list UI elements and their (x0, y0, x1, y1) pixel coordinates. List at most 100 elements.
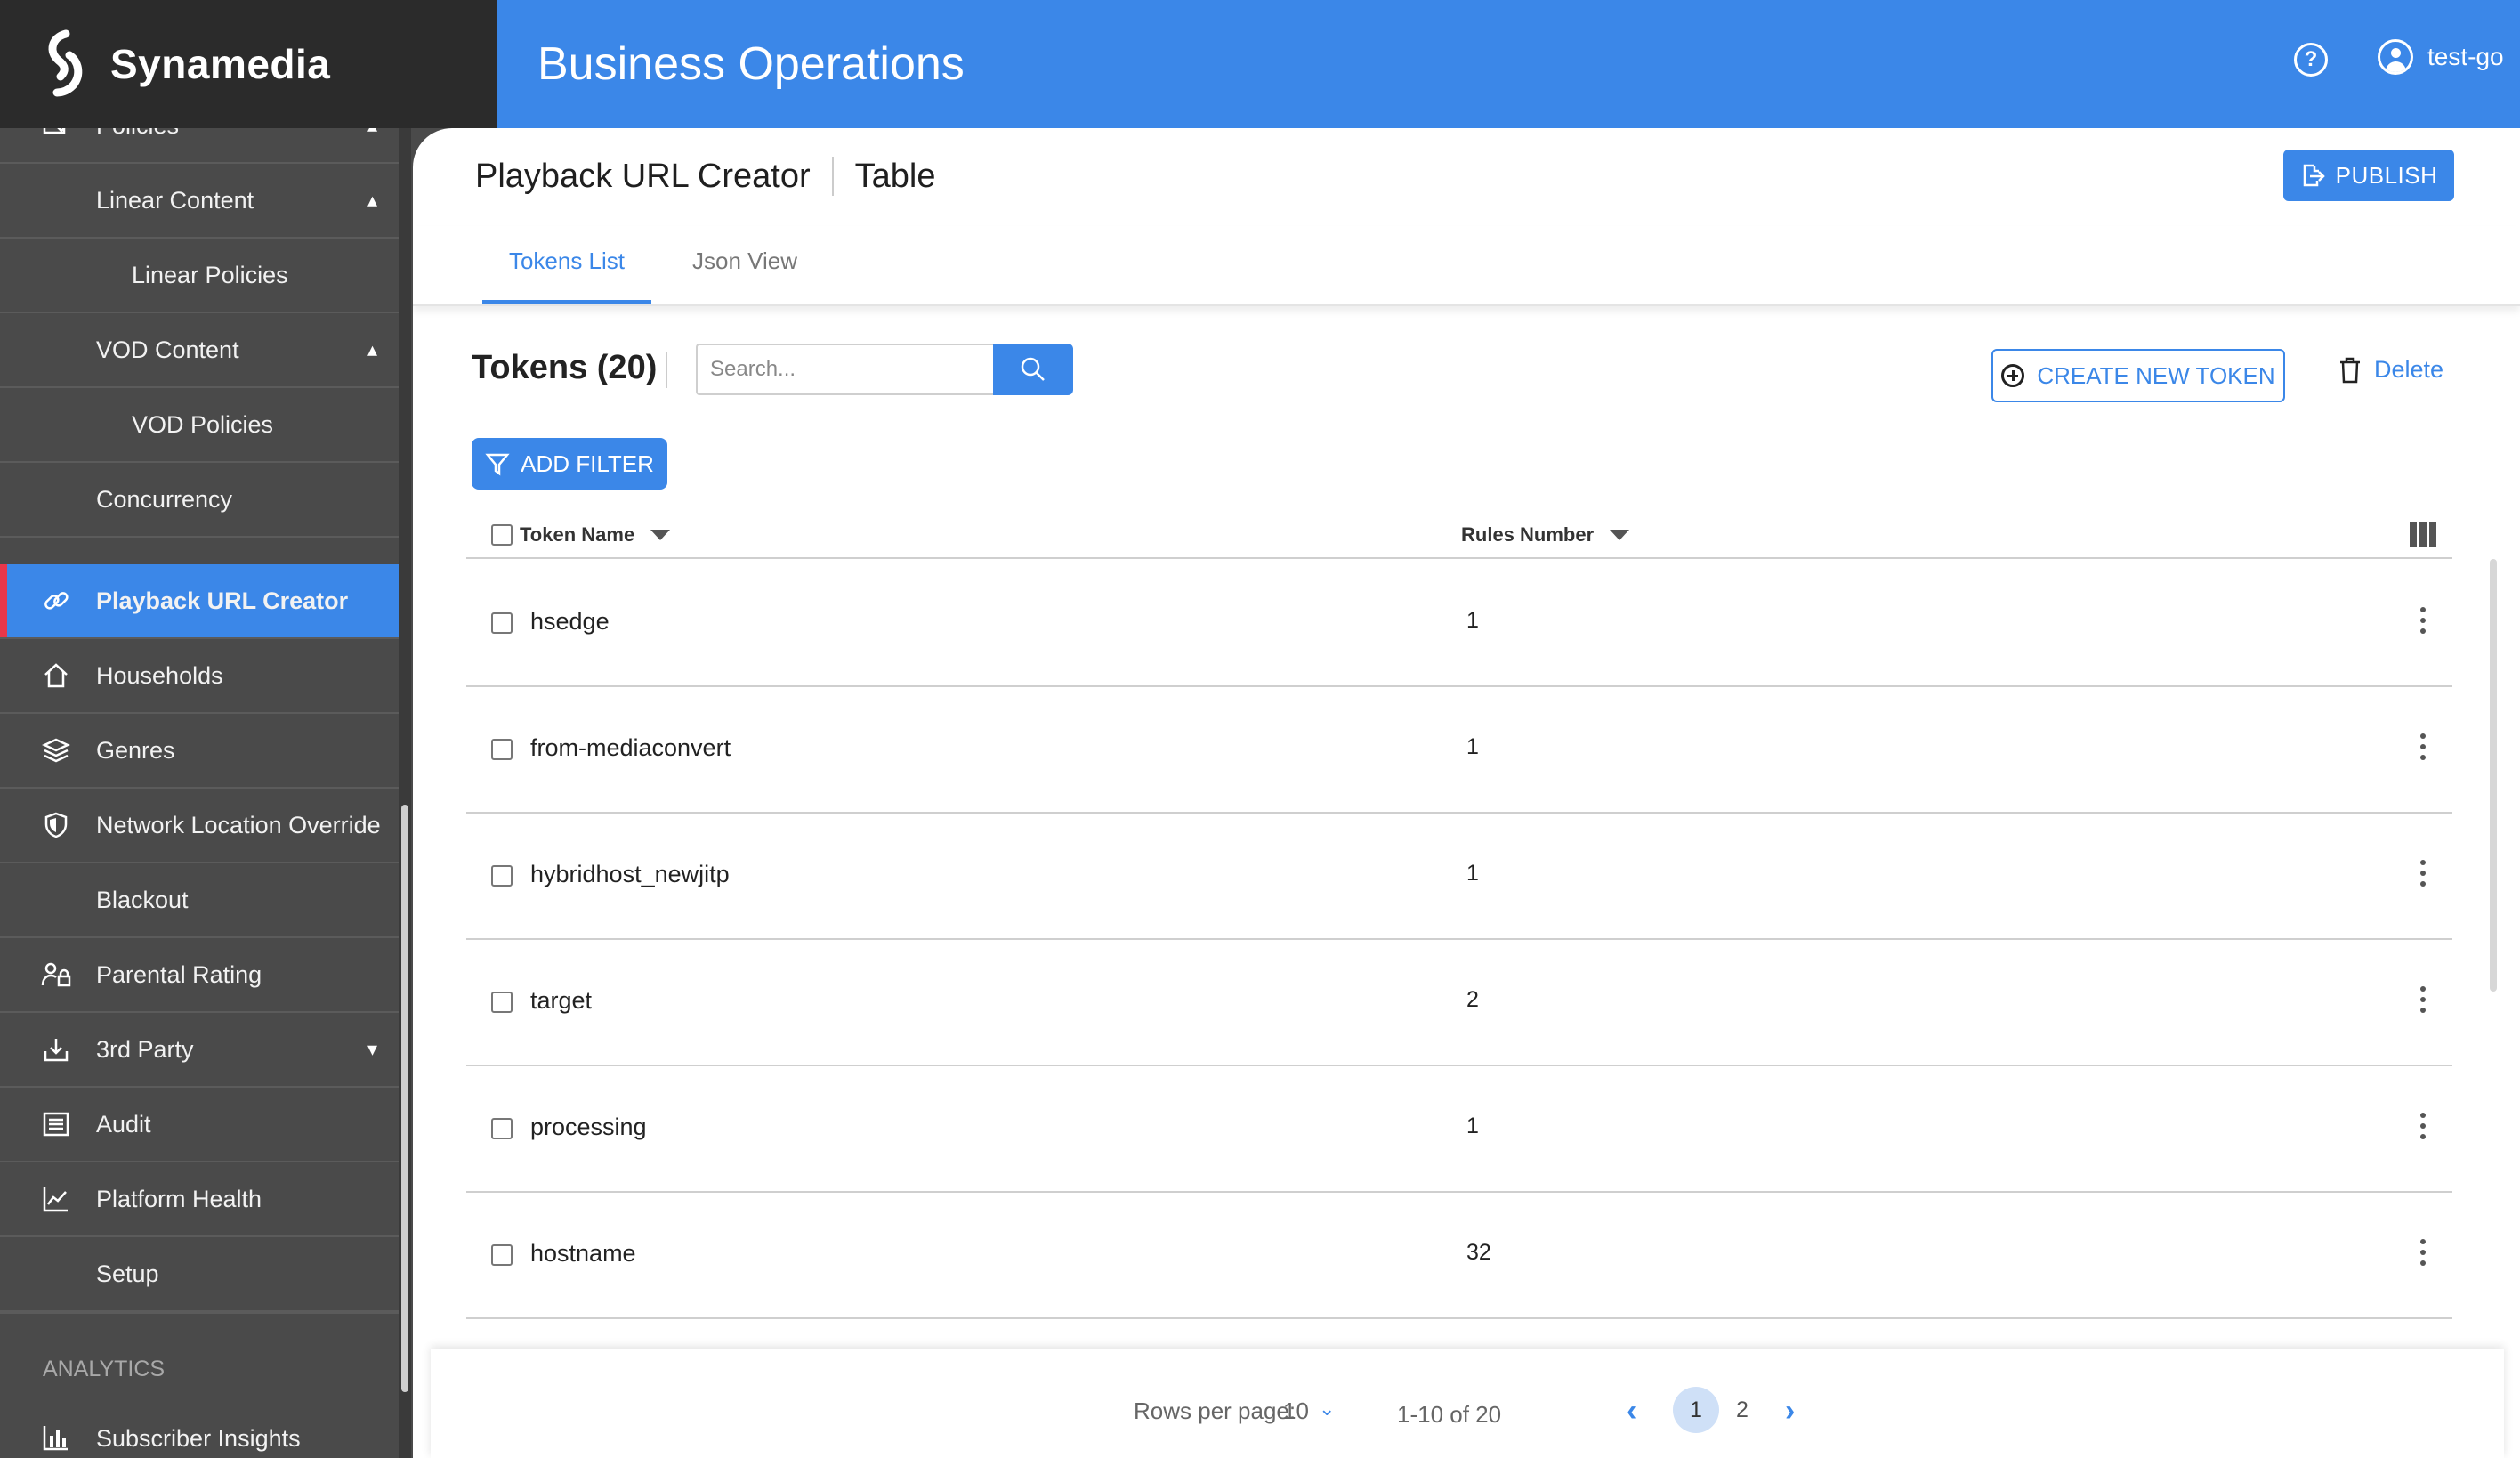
chevron-up-icon[interactable]: ▴ (368, 128, 377, 137)
row-checkbox[interactable] (491, 739, 513, 760)
page-header: Playback URL Creator Table (475, 157, 935, 196)
sidebar-scroll-thumb[interactable] (401, 805, 408, 1392)
page-range: 1-10 of 20 (1397, 1401, 1502, 1428)
sidebar-item-label: Genres (96, 736, 175, 764)
sidebar-item-parental-rating[interactable]: Parental Rating (0, 938, 399, 1013)
view-tabs: Tokens List Json View (413, 226, 2520, 306)
sidebar-item-label: Subscriber Insights (96, 1424, 301, 1452)
sidebar-item-label: Setup (96, 1260, 159, 1287)
sidebar-item-label: Parental Rating (96, 960, 262, 988)
user-name: test-go (2427, 43, 2504, 70)
chevron-up-icon[interactable]: ▴ (368, 189, 377, 212)
sidebar-item-households[interactable]: Households (0, 639, 399, 714)
sidebar-item-genres[interactable]: Genres (0, 714, 399, 789)
sidebar-item-label: Policies (96, 128, 179, 140)
create-new-token-button[interactable]: CREATE NEW TOKEN (1991, 349, 2285, 402)
sidebar-item-label: Network Location Override (96, 811, 381, 838)
sort-caret-icon[interactable] (1610, 530, 1630, 540)
sidebar-item-network-location-override[interactable]: Network Location Override (0, 789, 399, 863)
search-button[interactable] (993, 344, 1073, 395)
token-name: hsedge (530, 608, 610, 635)
sidebar-item-label: Linear Policies (132, 261, 288, 288)
delete-button[interactable]: Delete (2338, 356, 2443, 384)
sidebar-item-label: 3rd Party (96, 1035, 194, 1063)
layers-icon (41, 735, 71, 765)
create-label: CREATE NEW TOKEN (2037, 361, 2275, 389)
more-vert-icon[interactable] (2420, 1239, 2426, 1266)
row-checkbox[interactable] (491, 612, 513, 634)
sidebar-item-3rd-party[interactable]: 3rd Party ▾ (0, 1013, 399, 1088)
rows-per-page-select[interactable]: 10 (1283, 1397, 1309, 1425)
sort-caret-icon[interactable] (650, 530, 671, 540)
sidebar-item-label: VOD Policies (132, 410, 274, 438)
sidebar-item-vod-content[interactable]: VOD Content ▴ (0, 313, 399, 388)
sidebar-item-label: Audit (96, 1110, 151, 1138)
sidebar-scrollbar[interactable] (399, 128, 411, 1458)
tab-json-view[interactable]: Json View (669, 247, 820, 304)
row-checkbox[interactable] (491, 992, 513, 1013)
sidebar-item-platform-health[interactable]: Platform Health (0, 1162, 399, 1237)
chevron-right-icon[interactable]: › (1785, 1394, 1795, 1429)
rules-number: 1 (1466, 734, 1479, 759)
sidebar-item-setup[interactable]: Setup (0, 1237, 399, 1312)
search-input[interactable] (696, 344, 993, 395)
select-all-checkbox[interactable] (491, 524, 513, 546)
more-vert-icon[interactable] (2420, 607, 2426, 634)
more-vert-icon[interactable] (2420, 986, 2426, 1013)
sidebar-item-subscriber-insights[interactable]: Subscriber Insights (0, 1401, 399, 1458)
table-scrollbar[interactable] (2490, 559, 2497, 992)
user-menu[interactable]: test-go (2378, 39, 2504, 75)
header-divider (831, 157, 834, 196)
sidebar-item-concurrency[interactable]: Concurrency (0, 463, 399, 538)
more-vert-icon[interactable] (2420, 733, 2426, 760)
column-rules-number[interactable]: Rules Number (1461, 523, 1630, 547)
page-button-1[interactable]: 1 (1673, 1387, 1719, 1433)
sidebar-item-label: Concurrency (96, 485, 233, 513)
app-title: Business Operations (537, 38, 965, 90)
chevron-up-icon[interactable]: ▴ (368, 338, 377, 361)
table-row[interactable]: from-mediaconvert 1 (466, 687, 2452, 814)
chevron-left-icon[interactable]: ‹ (1627, 1394, 1636, 1429)
table-row[interactable]: processing 1 (466, 1066, 2452, 1193)
top-bar: Business Operations (497, 0, 2520, 128)
sidebar-item-label: Playback URL Creator (96, 587, 349, 614)
sidebar-item-linear-content[interactable]: Linear Content ▴ (0, 164, 399, 239)
tokens-divider (666, 352, 667, 388)
table-row[interactable]: hybridhost_newjitp 1 (466, 814, 2452, 940)
chevron-down-icon[interactable]: ⌄ (1319, 1397, 1335, 1421)
columns-icon[interactable] (2410, 522, 2436, 547)
chevron-down-icon[interactable]: ▾ (368, 1038, 377, 1061)
sidebar-item-policies[interactable]: Policies ▴ (0, 128, 399, 164)
table-row[interactable]: target 2 (466, 940, 2452, 1066)
more-vert-icon[interactable] (2420, 860, 2426, 887)
page-button-2[interactable]: 2 (1719, 1387, 1765, 1433)
sidebar-item-linear-policies[interactable]: Linear Policies (0, 239, 399, 313)
trash-icon (2340, 357, 2360, 383)
row-checkbox[interactable] (491, 865, 513, 887)
policies-icon (41, 128, 71, 141)
row-checkbox[interactable] (491, 1118, 513, 1139)
more-vert-icon[interactable] (2420, 1113, 2426, 1139)
sidebar-item-playback-url-creator[interactable]: Playback URL Creator (0, 564, 399, 639)
page-title: Playback URL Creator (475, 157, 811, 195)
tab-tokens-list[interactable]: Tokens List (482, 247, 651, 304)
publish-label: PUBLISH (2335, 161, 2438, 189)
brand-area: Synamedia (0, 0, 497, 128)
sidebar-item-vod-policies[interactable]: VOD Policies (0, 388, 399, 463)
rules-number: 1 (1466, 608, 1479, 633)
table-row[interactable]: hsedge 1 (466, 561, 2452, 687)
column-token-name[interactable]: Token Name (491, 523, 671, 547)
token-name: hybridhost_newjitp (530, 861, 730, 887)
table-row[interactable]: hostname 32 (466, 1193, 2452, 1319)
sidebar-item-label: VOD Content (96, 336, 239, 363)
rules-number: 1 (1466, 861, 1479, 886)
publish-button[interactable]: PUBLISH (2283, 150, 2454, 201)
help-icon[interactable]: ? (2294, 43, 2328, 77)
add-filter-button[interactable]: ADD FILTER (472, 438, 667, 490)
row-checkbox[interactable] (491, 1244, 513, 1266)
sidebar-item-audit[interactable]: Audit (0, 1088, 399, 1162)
delete-label: Delete (2374, 356, 2444, 383)
sidebar-item-label: Linear Content (96, 186, 254, 214)
sidebar-item-blackout[interactable]: Blackout (0, 863, 399, 938)
tokens-title: Tokens (20) (472, 349, 658, 386)
